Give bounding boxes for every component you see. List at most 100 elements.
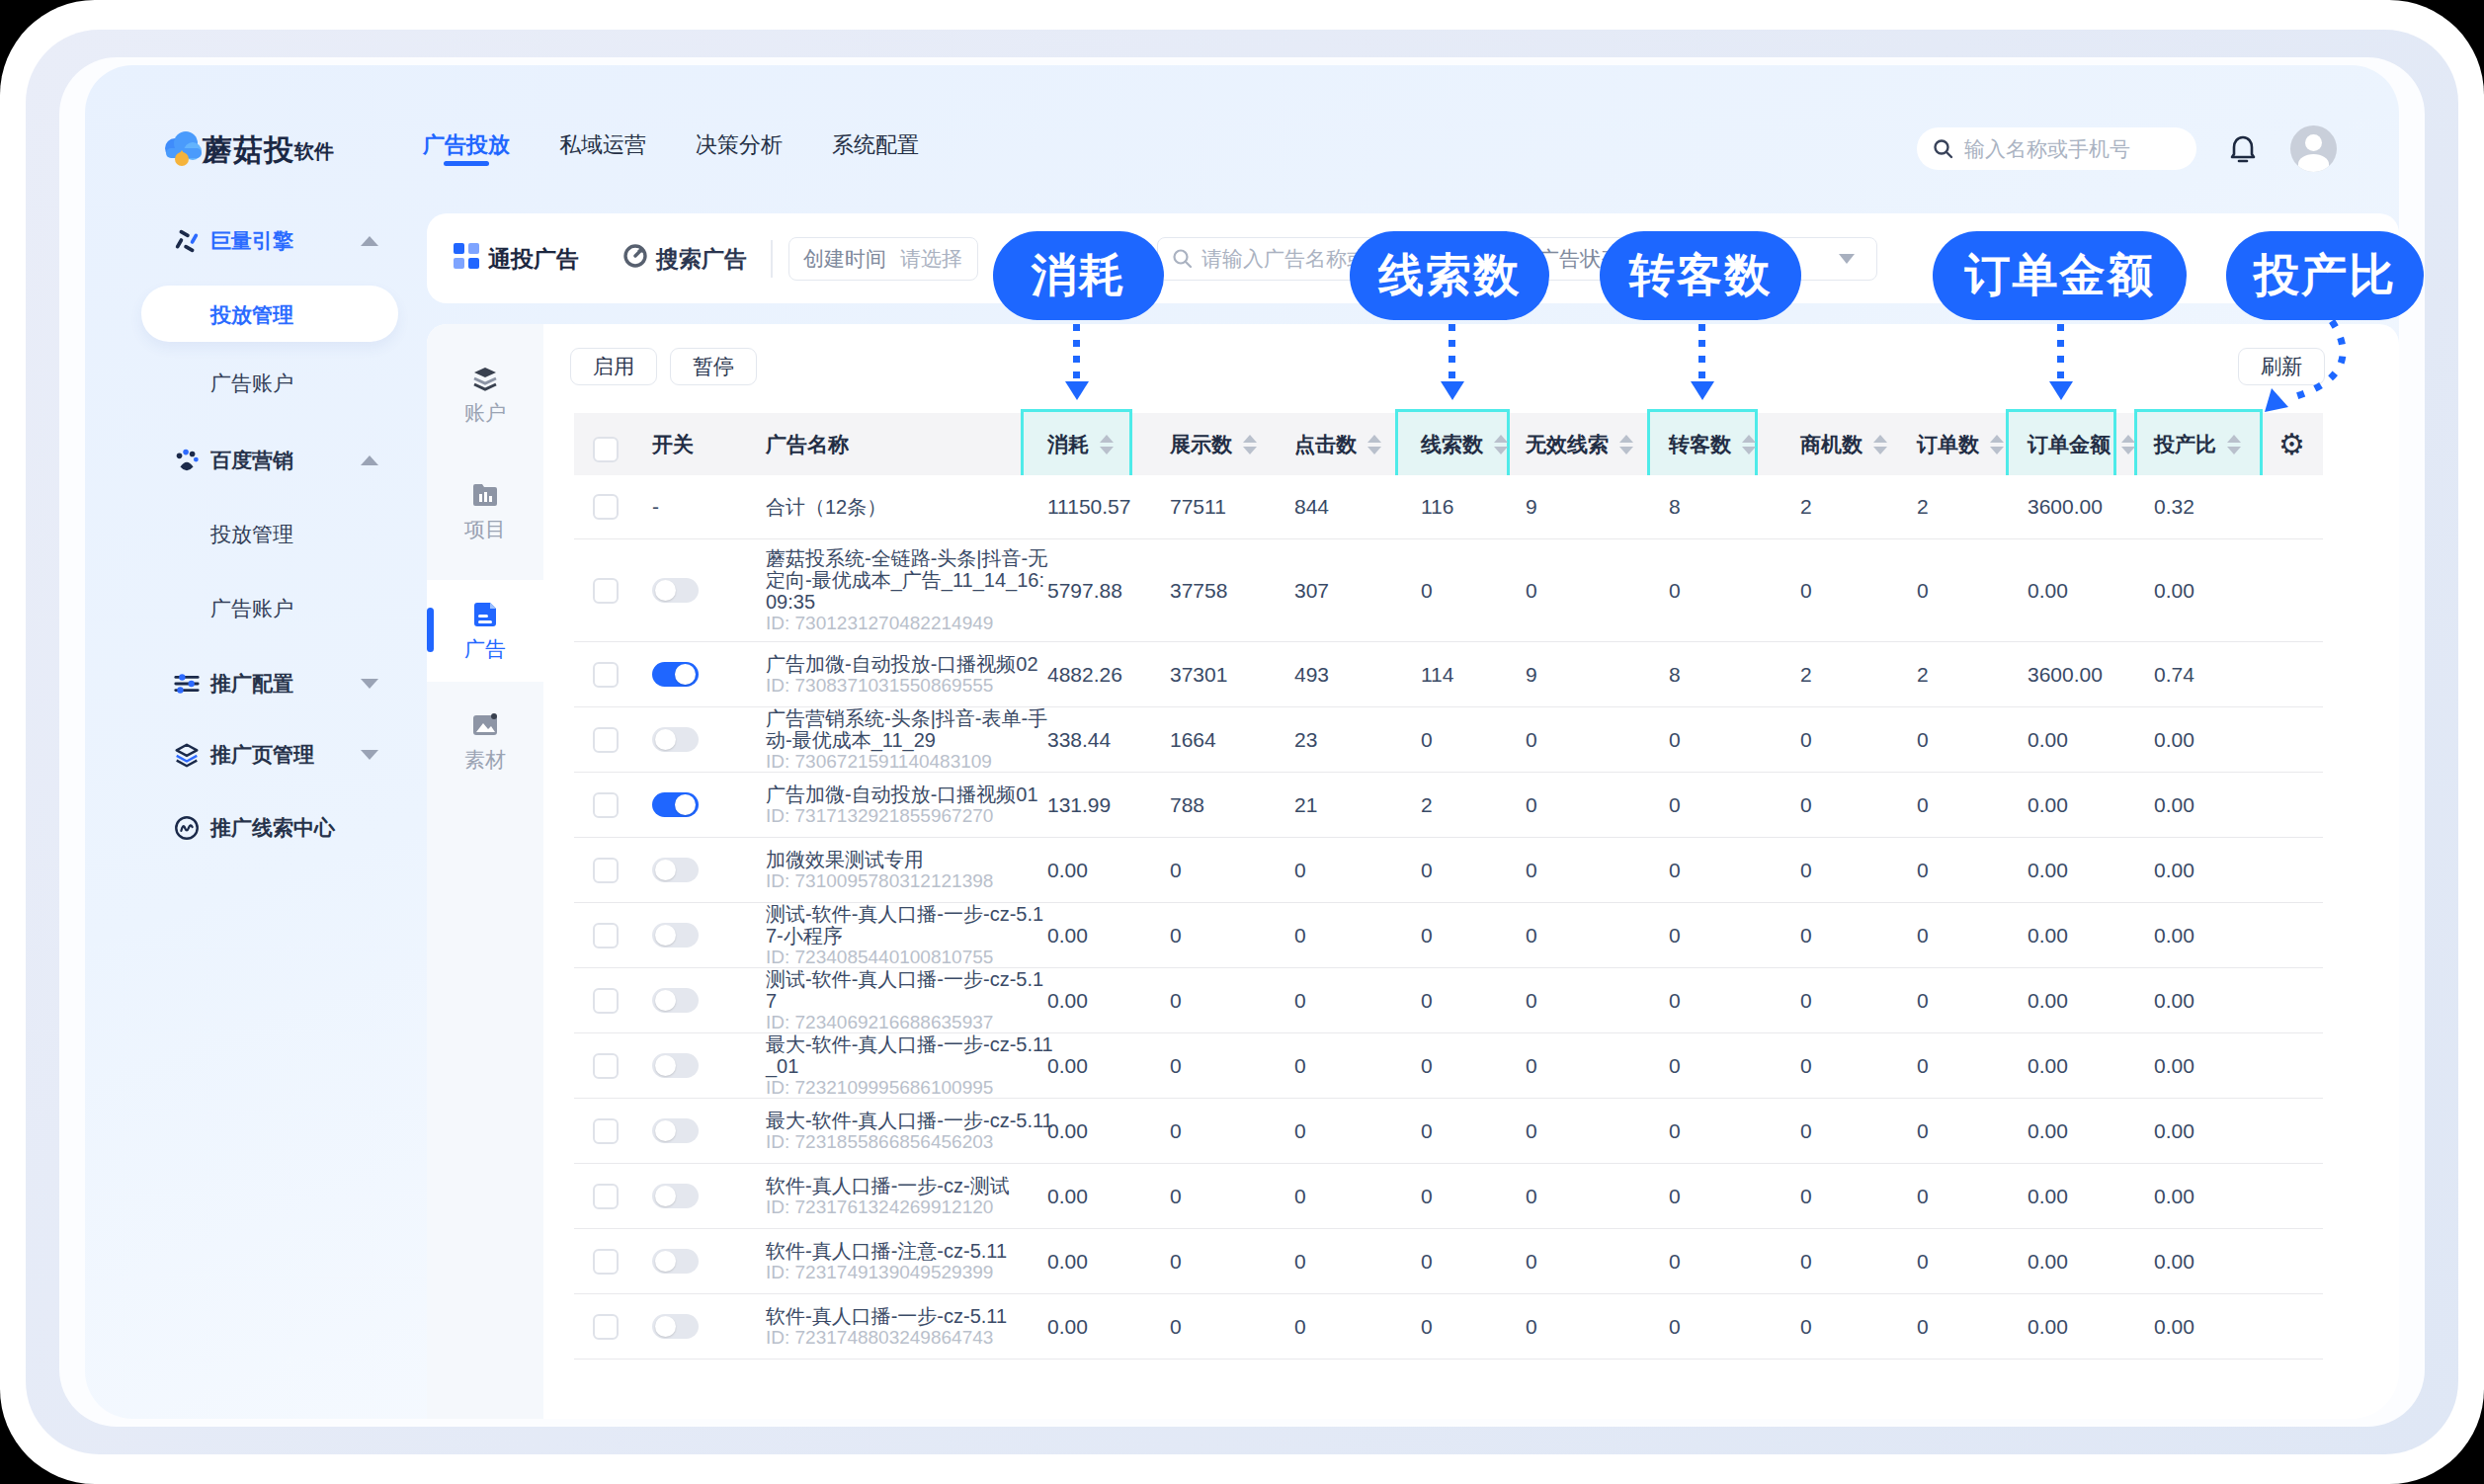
cell-value: 131.99 xyxy=(1047,773,1111,837)
pause-button[interactable]: 暂停 xyxy=(670,348,757,385)
ad-status-toggle[interactable] xyxy=(652,1118,699,1143)
row-checkbox[interactable] xyxy=(593,988,619,1014)
ad-status-toggle[interactable] xyxy=(652,858,699,882)
col-header-leads[interactable]: 线索数 xyxy=(1421,413,1508,475)
row-checkbox[interactable] xyxy=(593,792,619,818)
cell-value: 0.00 xyxy=(2154,1099,2194,1163)
tab-general-ads[interactable]: 通投广告 xyxy=(488,244,579,275)
table-totals-row: - 合计（12条） 11150.57 77511 844 116 9 8 2 2… xyxy=(574,475,2323,539)
col-header-invalid-leads[interactable]: 无效线索 xyxy=(1526,413,1633,475)
row-checkbox[interactable] xyxy=(593,923,619,948)
nav-system-config[interactable]: 系统配置 xyxy=(828,130,923,160)
col-header-orders[interactable]: 订单数 xyxy=(1917,413,2004,475)
search-icon xyxy=(1933,138,1954,160)
ad-status-toggle[interactable] xyxy=(652,1314,699,1339)
column-settings-gear-icon[interactable]: ⚙ xyxy=(2278,413,2305,475)
sort-icon[interactable] xyxy=(1494,435,1508,454)
table-row: 最大-软件-真人口播-一步-cz-5.11_01ID: 723210999568… xyxy=(574,1033,2323,1099)
sort-icon[interactable] xyxy=(1243,435,1257,454)
table-row: 软件-真人口播-一步-cz-5.11ID: 723174880324986474… xyxy=(574,1294,2323,1360)
rail-item-ads[interactable]: 广告 xyxy=(427,580,543,682)
sidebar-group-promo-config[interactable]: 推广配置 xyxy=(173,656,420,711)
ad-status-toggle[interactable] xyxy=(652,1184,699,1208)
notification-bell-icon[interactable] xyxy=(2227,133,2259,165)
cell-value: 0.00 xyxy=(2154,707,2194,772)
tab-search-ads[interactable]: 搜索广告 xyxy=(656,244,747,275)
device-frame: 蘑菇投 软件 广告投放 私域运营 决策分析 系统配置 输入名称或手机号 xyxy=(0,0,2484,1484)
cell-value: 0 xyxy=(1421,1229,1433,1293)
collapse-arrow-icon xyxy=(361,455,378,465)
sort-icon[interactable] xyxy=(1873,435,1887,454)
nav-private-domain[interactable]: 私域运营 xyxy=(555,130,650,160)
ad-status-toggle[interactable] xyxy=(652,988,699,1013)
col-header-impressions[interactable]: 展示数 xyxy=(1170,413,1257,475)
ad-id: ID: 7232109995686100995 xyxy=(766,1077,1054,1099)
row-checkbox[interactable] xyxy=(593,727,619,753)
row-checkbox[interactable] xyxy=(593,1314,619,1340)
cell-value: 2 xyxy=(1421,773,1433,837)
sort-icon[interactable] xyxy=(1990,435,2004,454)
row-checkbox[interactable] xyxy=(593,1118,619,1144)
header-search-input[interactable]: 输入名称或手机号 xyxy=(1917,127,2196,170)
col-header-order-amount[interactable]: 订单金额 xyxy=(2028,413,2135,475)
sidebar-item-baidu-delivery-mgmt[interactable]: 投放管理 xyxy=(210,507,428,562)
ad-status-toggle[interactable] xyxy=(652,662,699,687)
sidebar-item-label: 投放管理 xyxy=(210,521,293,548)
nav-ad-delivery[interactable]: 广告投放 xyxy=(419,130,514,160)
table-row: 软件-真人口播-一步-cz-测试ID: 7231761324269912120 … xyxy=(574,1164,2323,1229)
row-checkbox[interactable] xyxy=(593,1249,619,1275)
ad-name: 广告加微-自动投放-口播视频01 xyxy=(766,783,1038,805)
row-checkbox[interactable] xyxy=(593,578,619,604)
row-checkbox[interactable] xyxy=(593,858,619,883)
sort-icon[interactable] xyxy=(1619,435,1633,454)
cell-value: 0.00 xyxy=(1047,1229,1088,1293)
col-header-clicks[interactable]: 点击数 xyxy=(1294,413,1381,475)
sort-icon[interactable] xyxy=(2121,435,2135,454)
enable-button[interactable]: 启用 xyxy=(570,348,657,385)
sort-icon[interactable] xyxy=(1100,435,1114,454)
row-checkbox[interactable] xyxy=(593,1184,619,1209)
ad-status-toggle[interactable] xyxy=(652,792,699,817)
cell-value: 0 xyxy=(1800,1229,1812,1293)
rail-item-accounts[interactable]: 账户 xyxy=(427,349,543,442)
row-checkbox[interactable] xyxy=(593,1053,619,1079)
collapse-arrow-icon xyxy=(361,750,378,760)
sidebar-group-lead-center[interactable]: 推广线索中心 xyxy=(173,800,420,856)
sidebar-item-baidu-ad-accounts[interactable]: 广告账户 xyxy=(210,581,428,636)
row-checkbox[interactable] xyxy=(593,662,619,688)
sidebar-group-landing-pages[interactable]: 推广页管理 xyxy=(173,727,420,783)
rail-item-projects[interactable]: 项目 xyxy=(427,465,543,558)
create-time-filter[interactable]: 创建时间 请选择 xyxy=(788,237,978,281)
sort-icon[interactable] xyxy=(1742,435,1756,454)
col-header-consumption[interactable]: 消耗 xyxy=(1047,413,1114,475)
cell-value: 0 xyxy=(1917,1229,1929,1293)
sort-icon[interactable] xyxy=(1367,435,1381,454)
grid-icon xyxy=(454,243,479,269)
col-header-opportunities[interactable]: 商机数 xyxy=(1800,413,1887,475)
nav-decision-analysis[interactable]: 决策分析 xyxy=(692,130,787,160)
col-header-customers[interactable]: 转客数 xyxy=(1669,413,1756,475)
cell-value: 0 xyxy=(1170,1033,1182,1098)
ad-status-toggle[interactable] xyxy=(652,727,699,752)
sidebar-item-delivery-mgmt-selected[interactable]: 投放管理 xyxy=(141,286,398,342)
ad-status-dropdown[interactable]: 广告状态 xyxy=(1518,237,1877,281)
rail-item-assets[interactable]: 素材 xyxy=(427,696,543,788)
ad-status-toggle[interactable] xyxy=(652,578,699,603)
ad-status-toggle[interactable] xyxy=(652,923,699,948)
sidebar-item-ad-accounts[interactable]: 广告账户 xyxy=(210,356,428,411)
ad-status-toggle[interactable] xyxy=(652,1053,699,1078)
ad-status-toggle[interactable] xyxy=(652,1249,699,1274)
accounts-icon xyxy=(470,364,500,393)
engine-icon xyxy=(173,227,201,255)
row-checkbox[interactable] xyxy=(593,494,619,520)
user-avatar[interactable] xyxy=(2290,125,2337,172)
sort-icon[interactable] xyxy=(2227,435,2241,454)
clue-icon xyxy=(173,814,201,842)
col-header-roi[interactable]: 投产比 xyxy=(2154,413,2241,475)
sidebar-group-ocean-engine[interactable]: 巨量引擎 xyxy=(173,213,420,269)
sidebar-group-baidu-marketing[interactable]: 百度营销 xyxy=(173,433,420,488)
cell-value: 788 xyxy=(1170,773,1204,837)
select-all-checkbox[interactable] xyxy=(593,437,619,462)
refresh-button[interactable]: 刷新 xyxy=(2238,348,2325,385)
ad-name-search-input[interactable]: 请输入广告名称或项 xyxy=(1157,237,1503,281)
